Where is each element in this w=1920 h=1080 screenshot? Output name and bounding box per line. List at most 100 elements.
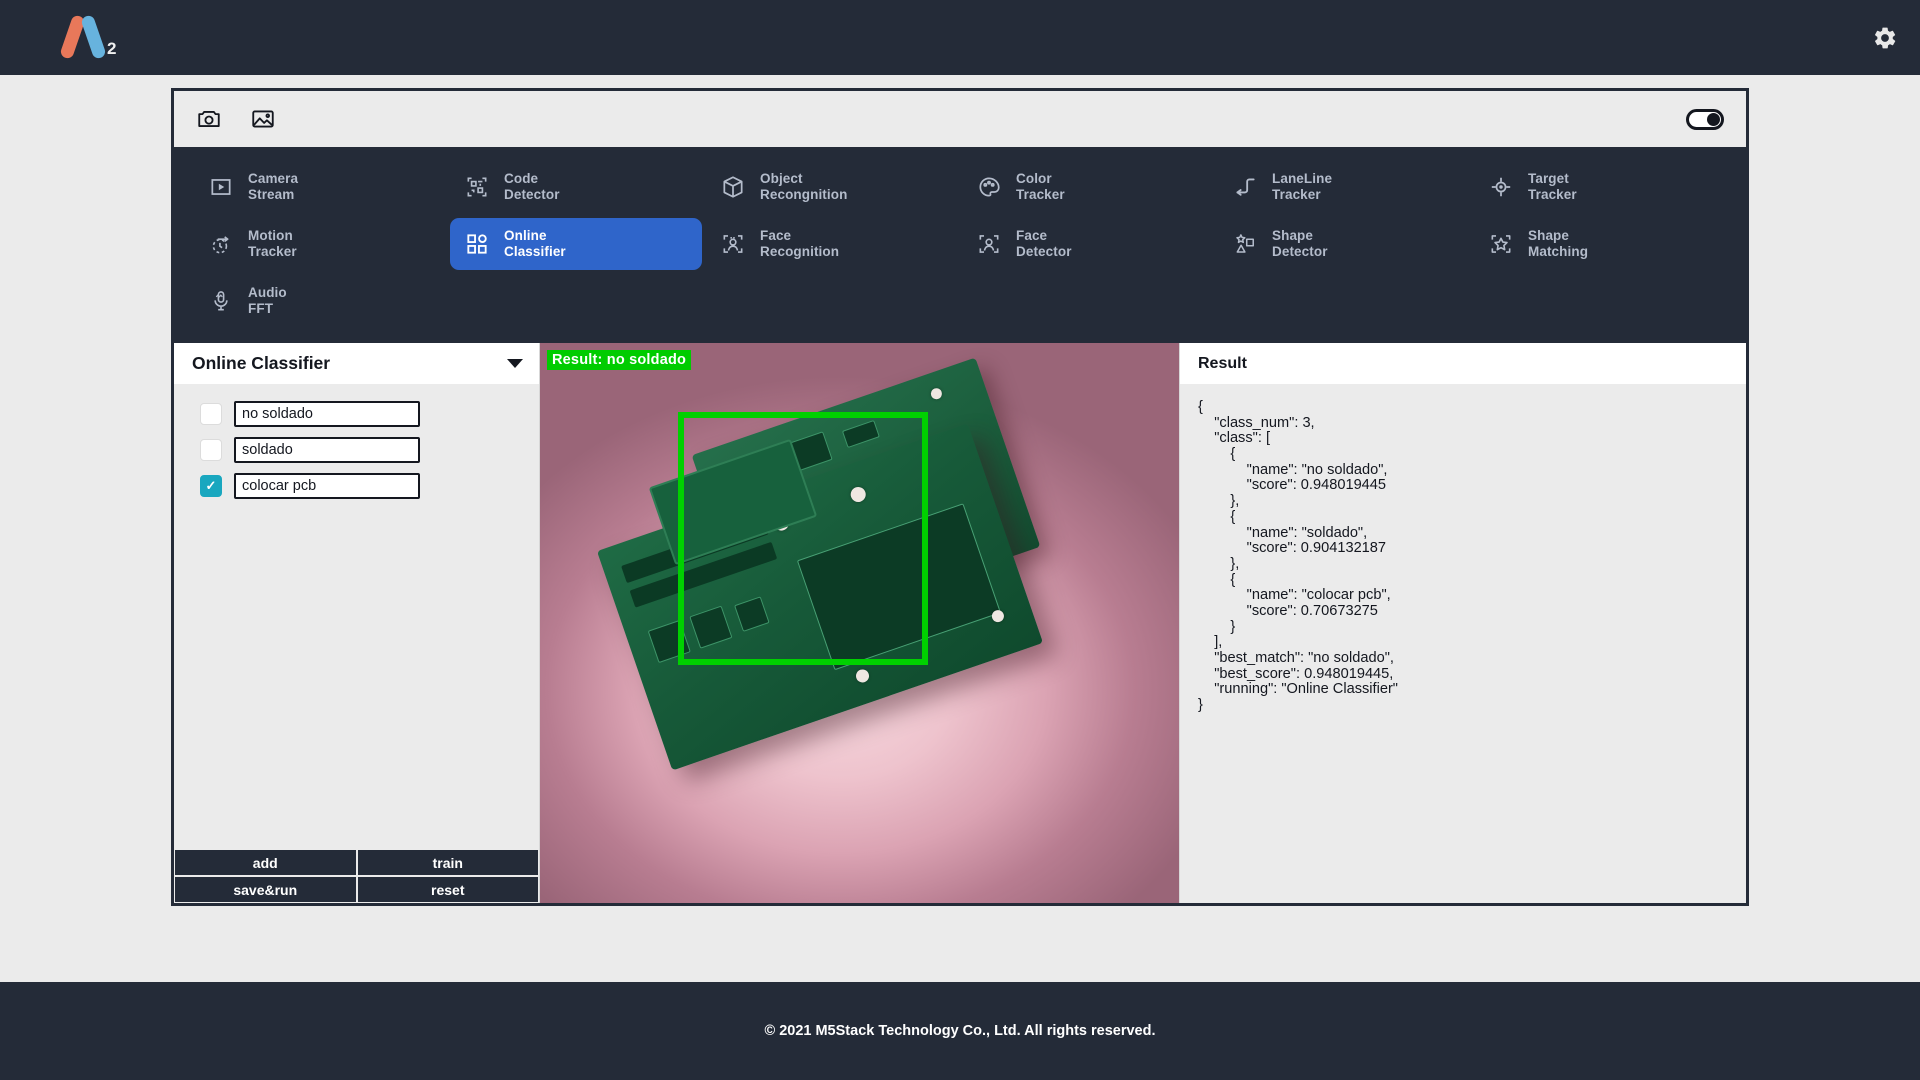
chevron-down-icon[interactable] [507,359,523,368]
fn-line1: Audio [248,285,287,300]
fn-line1: Face [1016,228,1047,243]
classifier-panel-header[interactable]: Online Classifier [174,343,539,384]
icon-toolbar [174,91,1746,147]
video-stream[interactable]: Result: no soldado [540,343,1179,903]
laneline-icon [1232,174,1258,200]
camera-icon[interactable] [196,106,222,132]
fn-color-tracker[interactable]: Color Tracker [962,161,1214,213]
shape-detector-icon [1232,231,1258,257]
fn-line1: Motion [248,228,293,243]
fn-line2: Detector [1272,244,1328,260]
fn-label: Audio FFT [248,285,287,316]
fn-line2: Stream [248,187,298,203]
fn-line2: Tracker [1272,187,1332,203]
fn-motion-tracker[interactable]: Motion Tracker [194,218,446,270]
reset-button[interactable]: reset [358,877,539,902]
fn-label: LaneLine Tracker [1272,171,1332,202]
logo-stroke-right [80,14,107,60]
fn-label: Face Recognition [760,228,839,259]
qr-code-icon [464,174,490,200]
save-run-button[interactable]: save&run [175,877,356,902]
fn-line2: Detector [504,187,560,203]
result-title: Result [1198,355,1247,373]
fn-online-classifier[interactable]: Online Classifier [450,218,702,270]
fn-label: Face Detector [1016,228,1072,259]
palette-icon [976,174,1002,200]
copyright-text: © 2021 M5Stack Technology Co., Ltd. All … [764,1023,1155,1039]
fn-label: Color Tracker [1016,171,1065,202]
classifier-panel: Online Classifier [174,343,540,903]
function-grid: Camera Stream Code Detector [174,147,1746,343]
class-name-input-1[interactable] [234,437,420,463]
app-logo: 2 [60,15,116,61]
fn-label: Shape Matching [1528,228,1588,259]
fn-line2: Recognition [760,244,839,260]
stream-toggle[interactable] [1686,109,1724,130]
motion-icon [208,231,234,257]
gear-icon[interactable] [1872,25,1898,51]
fn-line2: Classifier [504,244,566,260]
app-frame: Camera Stream Code Detector [171,88,1749,906]
grid-squares-icon [464,231,490,257]
fn-face-detector[interactable]: Face Detector [962,218,1214,270]
cube-icon [720,174,746,200]
fn-label: Target Tracker [1528,171,1577,202]
fn-shape-matching[interactable]: Shape Matching [1474,218,1726,270]
result-panel: Result { "class_num": 3, "class": [ { "n… [1179,343,1746,903]
class-checkbox-2[interactable] [200,475,222,497]
microphone-icon [208,288,234,314]
fn-line2: Tracker [248,244,297,260]
class-name-input-2[interactable] [234,473,420,499]
icon-toolbar-left [196,106,276,132]
fn-audio-fft[interactable]: Audio FFT [194,275,446,327]
fn-laneline-tracker[interactable]: LaneLine Tracker [1218,161,1470,213]
class-checkbox-1[interactable] [200,439,222,461]
fn-line1: Face [760,228,791,243]
fn-label: Online Classifier [504,228,566,259]
fn-object-recognition[interactable]: Object Recongnition [706,161,958,213]
fn-target-tracker[interactable]: Target Tracker [1474,161,1726,213]
fn-camera-stream[interactable]: Camera Stream [194,161,446,213]
fn-line2: FFT [248,301,287,317]
fn-line2: Detector [1016,244,1072,260]
class-row [174,432,539,468]
image-icon[interactable] [250,106,276,132]
fn-line2: Recongnition [760,187,847,203]
crosshair-icon [1488,174,1514,200]
add-button[interactable]: add [175,850,356,875]
action-button-grid: add train save&run reset [174,850,539,903]
fn-line2: Tracker [1528,187,1577,203]
fn-label: Object Recongnition [760,171,847,202]
train-button[interactable]: train [358,850,539,875]
fn-line2: Tracker [1016,187,1065,203]
fn-line1: Color [1016,171,1052,186]
class-name-input-0[interactable] [234,401,420,427]
fn-line1: Code [504,171,538,186]
fn-label: Code Detector [504,171,560,202]
shape-matching-icon [1488,231,1514,257]
v-logo-icon [60,15,106,61]
fn-line1: Object [760,171,803,186]
detection-bounding-box [678,412,928,665]
class-checkbox-0[interactable] [200,403,222,425]
page-title: Online Classifier [192,353,330,374]
result-overlay-label: Result: no soldado [547,350,691,370]
page-body: Camera Stream Code Detector [0,75,1920,982]
fn-label: Camera Stream [248,171,298,202]
result-panel-header: Result [1180,343,1746,384]
fn-face-recognition[interactable]: Face Recognition [706,218,958,270]
camera-stream-icon [208,174,234,200]
workspace: Online Classifier [174,343,1746,903]
fn-shape-detector[interactable]: Shape Detector [1218,218,1470,270]
fn-line1: Online [504,228,547,243]
app-footer: © 2021 M5Stack Technology Co., Ltd. All … [0,982,1920,1080]
fn-line1: Shape [1272,228,1313,243]
class-list [174,384,539,850]
class-row [174,468,539,504]
face-detector-icon [976,231,1002,257]
fn-line1: Camera [248,171,298,186]
fn-label: Motion Tracker [248,228,297,259]
fn-line1: LaneLine [1272,171,1332,186]
fn-code-detector[interactable]: Code Detector [450,161,702,213]
fn-line2: Matching [1528,244,1588,260]
